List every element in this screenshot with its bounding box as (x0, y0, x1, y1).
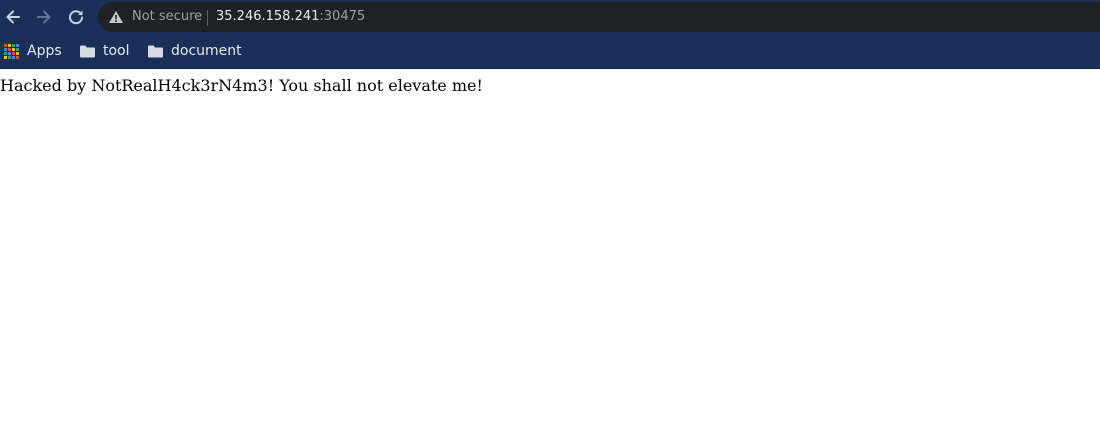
reload-button[interactable] (64, 5, 88, 29)
url-port: :30475 (319, 9, 366, 24)
address-divider (207, 10, 208, 26)
bookmarks-bar: Apps tool document (0, 34, 1100, 68)
forward-button[interactable] (32, 5, 56, 29)
address-bar[interactable]: Not secure 35.246.158.241:30475 (98, 2, 1100, 32)
browser-toolbar: Not secure 35.246.158.241:30475 (0, 0, 1100, 34)
url-text[interactable]: 35.246.158.241:30475 (216, 9, 365, 25)
apps-grid-icon (4, 43, 19, 59)
arrow-left-icon (6, 10, 20, 24)
bookmark-apps[interactable]: Apps (4, 40, 62, 62)
warning-triangle-icon (109, 11, 123, 23)
page-message: Hacked by NotRealH4ck3rN4m3! You shall n… (0, 76, 483, 95)
toolbar-divider (0, 68, 1100, 69)
bookmark-label: document (171, 43, 242, 59)
security-status-label[interactable]: Not secure (132, 9, 202, 25)
browser-chrome: Not secure 35.246.158.241:30475 Apps too… (0, 0, 1100, 69)
bookmark-label: Apps (27, 43, 62, 59)
bookmark-folder-tool[interactable]: tool (80, 40, 130, 62)
back-button[interactable] (1, 5, 25, 29)
reload-icon (69, 10, 83, 25)
arrow-right-icon (37, 10, 51, 24)
bookmark-folder-document[interactable]: document (148, 40, 242, 62)
url-host: 35.246.158.241 (216, 9, 320, 24)
bookmark-label: tool (103, 43, 130, 59)
folder-icon (148, 45, 163, 57)
folder-icon (80, 45, 95, 57)
